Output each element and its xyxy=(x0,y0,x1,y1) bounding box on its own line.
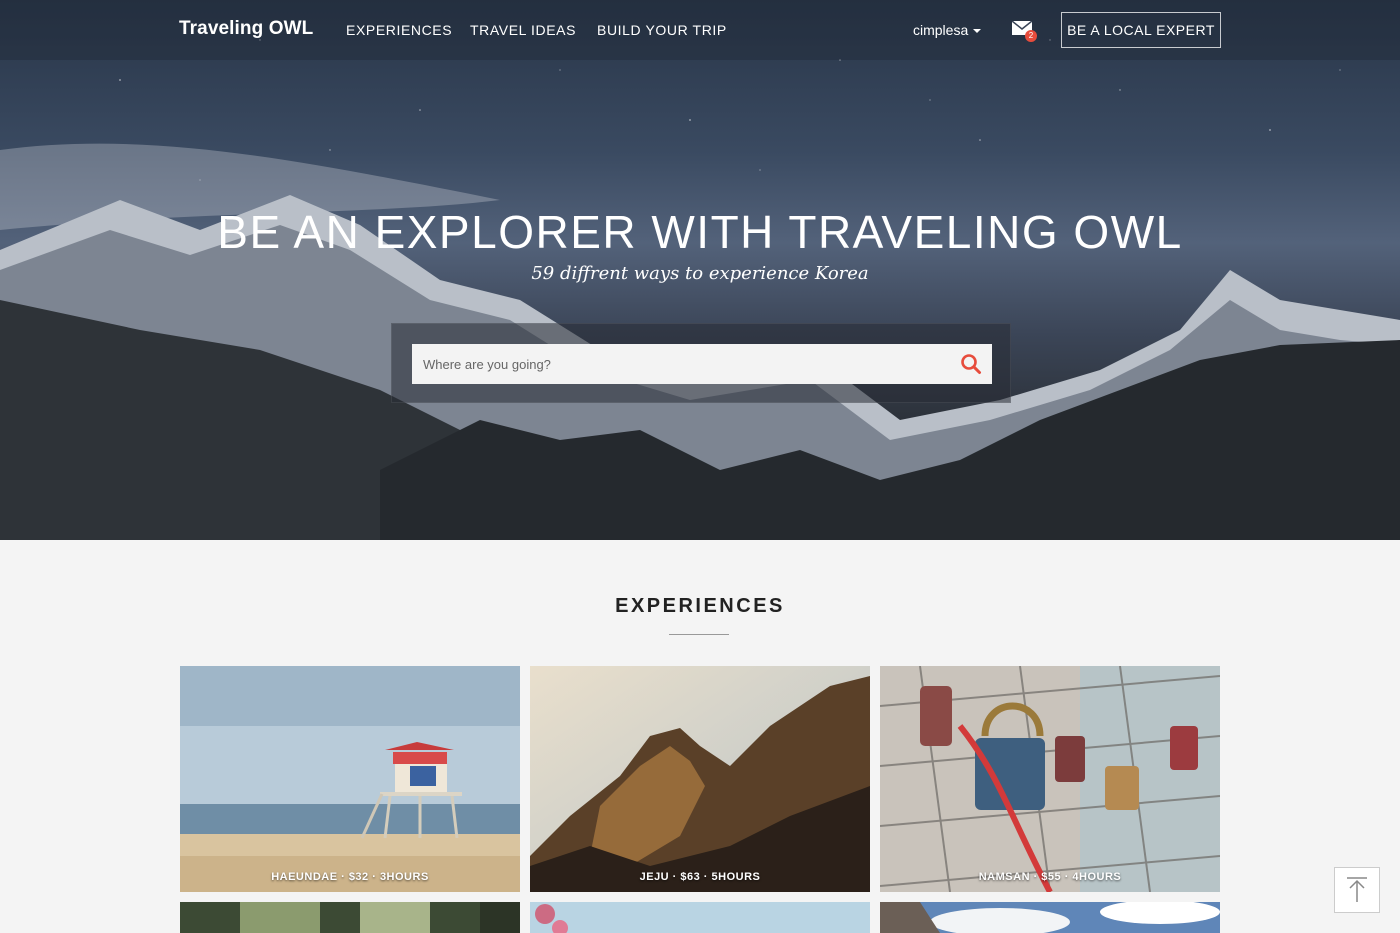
caret-down-icon xyxy=(973,29,982,34)
hero-subtitle: 59 diffrent ways to experience Korea xyxy=(531,263,869,284)
card-caption: NAMSAN · $55 · 4HOURS xyxy=(978,871,1122,883)
card-caption: JEJU · $63 · 5HOURS xyxy=(639,871,761,883)
hero-banner: Traveling OWL EXPERIENCES TRAVEL IDEAS B… xyxy=(0,0,1400,540)
search-icon[interactable] xyxy=(960,353,982,375)
card-image-beach xyxy=(180,666,520,892)
experience-card-jeju[interactable]: JEJU · $63 · 5HOURS xyxy=(530,666,870,892)
brand-logo[interactable]: Traveling OWL xyxy=(179,18,313,40)
title-divider xyxy=(669,634,729,635)
nav-link-experiences[interactable]: EXPERIENCES xyxy=(346,22,452,38)
arrow-up-icon xyxy=(1347,877,1367,902)
user-menu[interactable]: cimplesa xyxy=(913,22,982,38)
card-image-cliff xyxy=(530,666,870,892)
experience-card-sky[interactable] xyxy=(880,902,1220,933)
experience-card-flowers[interactable] xyxy=(530,902,870,933)
card-image-sky xyxy=(880,902,1220,933)
search-box xyxy=(391,323,1011,403)
experiences-title: EXPERIENCES xyxy=(615,595,785,617)
experience-card-forest[interactable] xyxy=(180,902,520,933)
user-name: cimplesa xyxy=(913,22,969,38)
card-caption: HAEUNDAE · $32 · 3HOURS xyxy=(271,871,429,883)
be-local-expert-button[interactable]: BE A LOCAL EXPERT xyxy=(1061,12,1221,48)
search-input[interactable] xyxy=(412,344,992,384)
top-navbar: Traveling OWL EXPERIENCES TRAVEL IDEAS B… xyxy=(0,0,1400,60)
hero-title: BE AN EXPLORER WITH TRAVELING OWL xyxy=(217,206,1183,258)
nav-link-travel-ideas[interactable]: TRAVEL IDEAS xyxy=(470,22,576,38)
card-image-forest xyxy=(180,902,520,933)
experience-card-namsan[interactable]: NAMSAN · $55 · 4HOURS xyxy=(880,666,1220,892)
mail-count-badge: 2 xyxy=(1025,30,1037,42)
card-image-flowers xyxy=(530,902,870,933)
back-to-top-button[interactable] xyxy=(1334,867,1380,913)
card-image-padlocks xyxy=(880,666,1220,892)
nav-link-build-your-trip[interactable]: BUILD YOUR TRIP xyxy=(597,22,727,38)
experience-card-haeundae[interactable]: HAEUNDAE · $32 · 3HOURS xyxy=(180,666,520,892)
